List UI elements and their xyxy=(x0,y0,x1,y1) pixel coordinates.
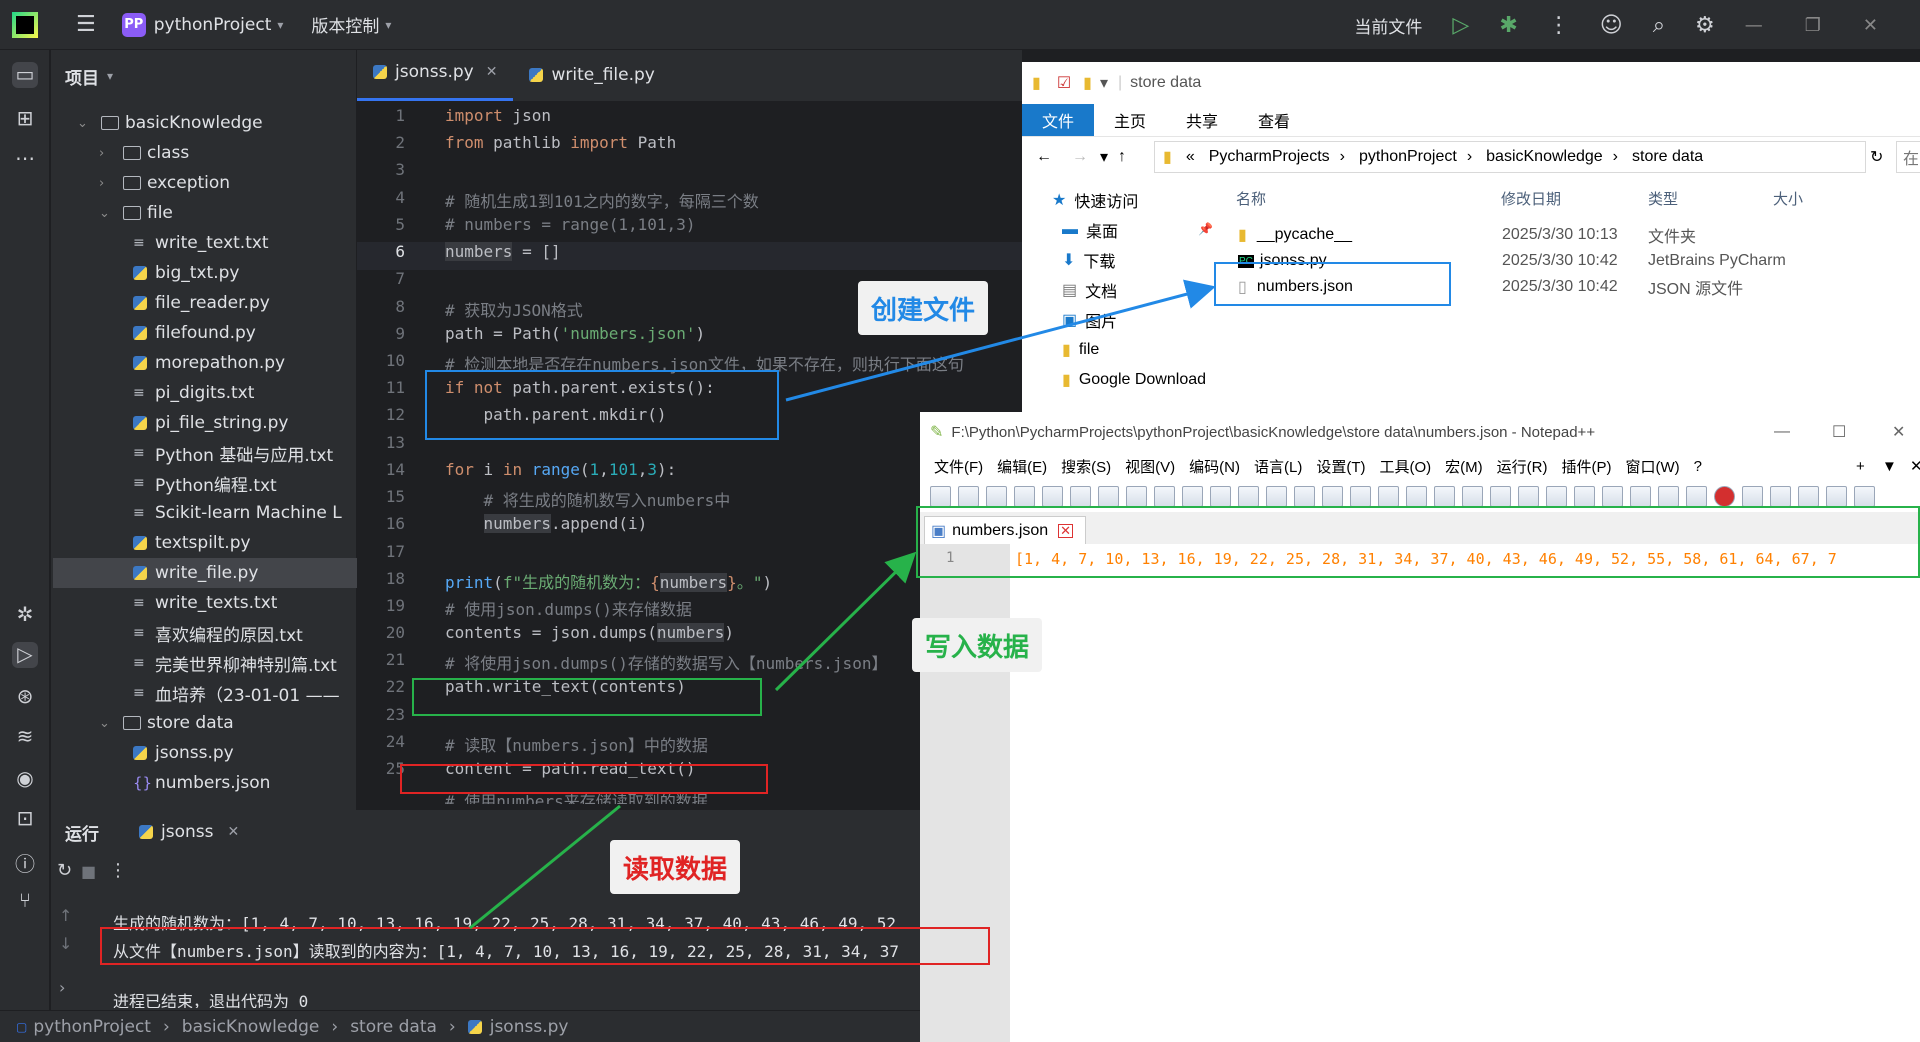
arrow-read-data xyxy=(469,804,621,930)
arrow-create-file xyxy=(785,279,1216,402)
arrow-write-data xyxy=(774,551,917,692)
annotation-arrows xyxy=(469,279,1216,930)
